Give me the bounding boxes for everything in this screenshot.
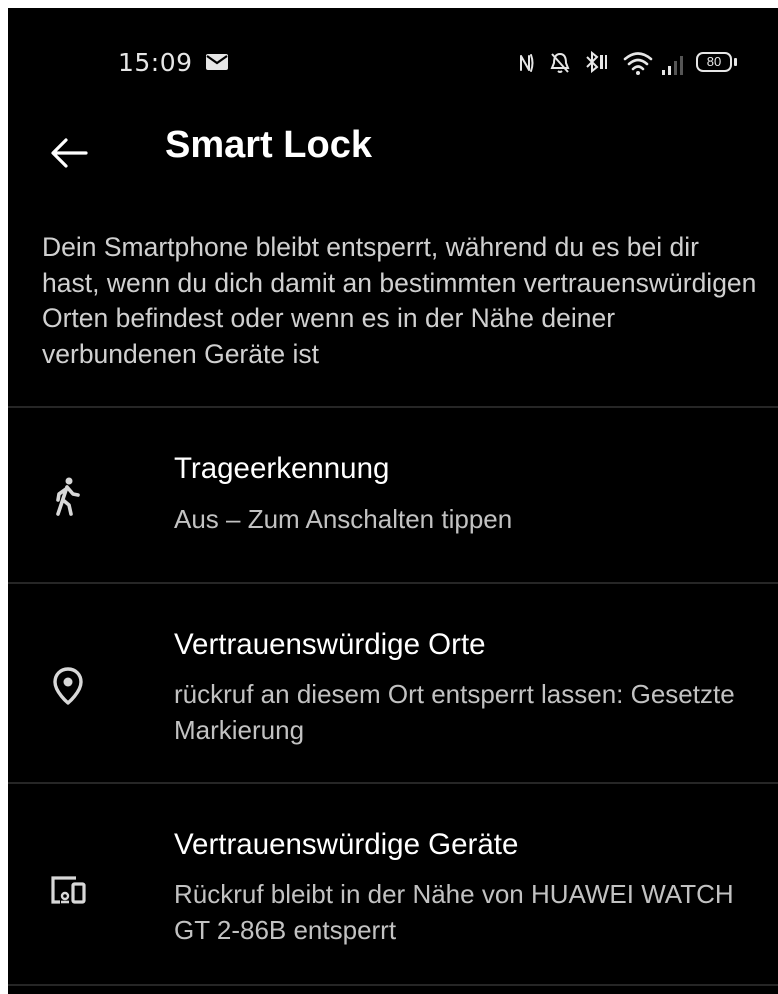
battery-icon: 80 (696, 52, 732, 72)
divider (8, 984, 778, 986)
walking-person-icon (56, 477, 80, 516)
location-pin-icon (53, 667, 83, 705)
item-subtitle: rückruf an diesem Ort entsperrt lassen: … (174, 679, 735, 745)
status-time: 15:09 (118, 48, 193, 77)
bluetooth-icon (586, 50, 607, 74)
list-item-trusted-devices[interactable]: Vertrauenswürdige Geräte Rückruf bleibt … (8, 784, 778, 984)
description-text: Dein Smartphone bleibt entsperrt, währen… (42, 232, 757, 369)
back-button[interactable] (46, 128, 96, 178)
status-bar: 15:09 80 (8, 8, 778, 113)
item-subtitle: Rückruf bleibt in der Nähe von HUAWEI WA… (174, 879, 734, 945)
devices-icon (51, 876, 86, 904)
item-title: Trageerkennung (174, 452, 390, 485)
screen: 15:09 80 Smart Lock Dein Smartphone blei… (8, 8, 778, 994)
signal-icon (662, 56, 683, 75)
arrow-left-icon (51, 138, 88, 168)
mail-icon (206, 54, 228, 70)
nfc-icon (520, 54, 534, 72)
battery-tip (734, 58, 737, 66)
item-subtitle: Aus – Zum Anschalten tippen (174, 504, 513, 534)
item-title: Vertrauenswürdige Geräte (174, 828, 519, 861)
list-item-trageerkennung[interactable]: Trageerkennung Aus – Zum Anschalten tipp… (8, 408, 778, 582)
bell-off-icon (550, 52, 570, 73)
list-item-trusted-places[interactable]: Vertrauenswürdige Orte rückruf an diesem… (8, 584, 778, 782)
wifi-icon (623, 52, 653, 75)
item-title: Vertrauenswürdige Orte (174, 628, 486, 661)
page-title: Smart Lock (165, 124, 372, 166)
